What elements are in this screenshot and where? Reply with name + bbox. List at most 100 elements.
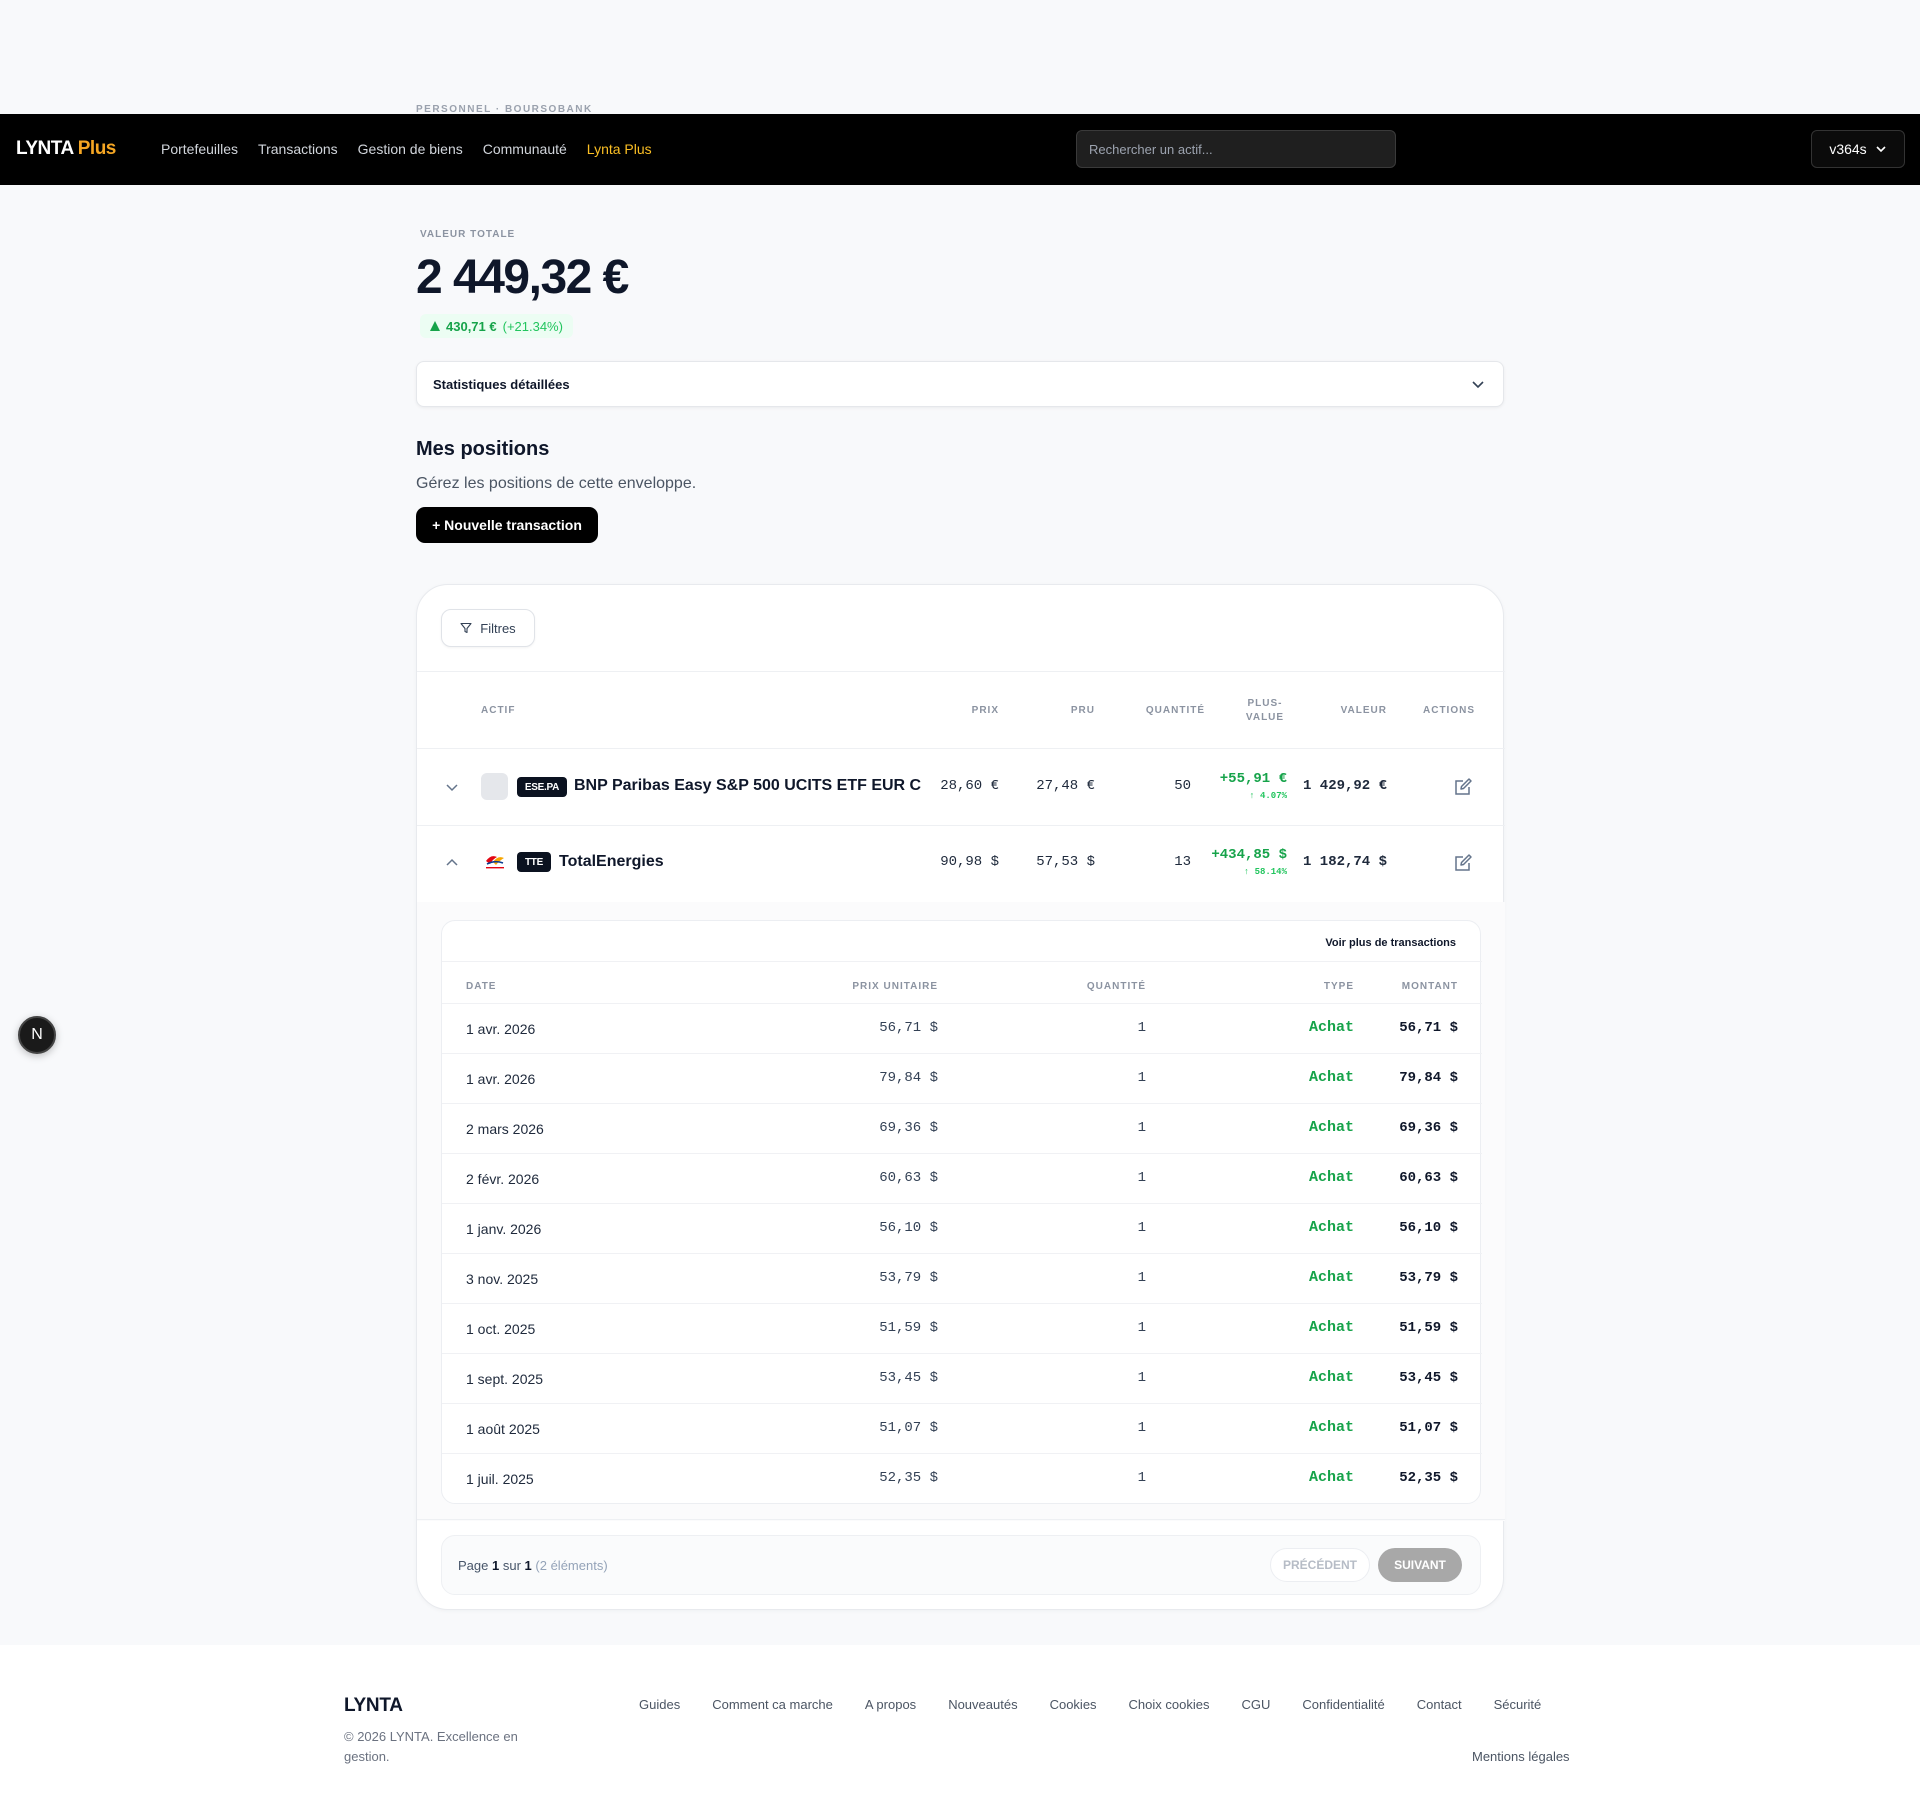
- tx-amount: 53,79 $: [1399, 1270, 1458, 1286]
- transaction-row: 1 août 2025 51,07 $1 Achat 51,07 $: [442, 1403, 1482, 1453]
- tx-date: 1 oct. 2025: [466, 1321, 536, 1337]
- cell-valeur: 1 182,74 $: [1302, 854, 1387, 870]
- position-row[interactable]: ESE.PA BNP Paribas Easy S&P 500 UCITS ET…: [417, 749, 1505, 825]
- nav-portefeuilles[interactable]: Portefeuilles: [161, 141, 238, 157]
- asset-name[interactable]: BNP Paribas Easy S&P 500 UCITS ETF EUR C: [574, 777, 921, 795]
- position-row[interactable]: TTE TotalEnergies 90,98 $ 57,53 $ 13 +43…: [417, 826, 1505, 902]
- footer-link-a-propos[interactable]: A propos: [865, 1697, 916, 1712]
- cell-quantite: 13: [1174, 854, 1191, 870]
- of-word: sur: [502, 1558, 521, 1573]
- totalenergies-logo-icon: [486, 856, 504, 869]
- footer-link-contact[interactable]: Contact: [1417, 1697, 1462, 1712]
- footer-link-choix-cookies[interactable]: Choix cookies: [1129, 1697, 1210, 1712]
- col-plus-value-line2: VALUE: [1245, 712, 1285, 723]
- footer-link-confidentialite[interactable]: Confidentialité: [1302, 1697, 1384, 1712]
- asset-name[interactable]: TotalEnergies: [559, 853, 664, 871]
- tx-unit-price: 53,79 $: [879, 1270, 938, 1286]
- new-transaction-button[interactable]: + Nouvelle transaction: [416, 507, 598, 543]
- detailed-stats-toggle[interactable]: Statistiques détaillées: [416, 361, 1504, 407]
- divider: [442, 961, 1482, 962]
- divider: [417, 671, 1505, 672]
- positions-title: Mes positions: [416, 438, 550, 460]
- col-valeur: VALEUR: [1340, 705, 1387, 716]
- ticker-badge: TTE: [517, 852, 551, 872]
- col-quantity: QUANTITÉ: [1086, 981, 1146, 992]
- floating-dev-button[interactable]: N: [18, 1016, 56, 1054]
- tx-unit-price: 79,84 $: [879, 1070, 938, 1086]
- footer-link-cookies[interactable]: Cookies: [1050, 1697, 1097, 1712]
- nav-lynta-plus[interactable]: Lynta Plus: [587, 141, 652, 157]
- chevron-up-icon[interactable]: [443, 854, 461, 872]
- positions-subtitle: Gérez les positions de cette enveloppe.: [416, 475, 697, 492]
- brand-logo[interactable]: LYNTA Plus: [16, 138, 116, 160]
- footer-link-guides[interactable]: Guides: [639, 1697, 680, 1712]
- nav-communaute[interactable]: Communauté: [483, 141, 567, 157]
- footer-link-comment-ca-marche[interactable]: Comment ca marche: [712, 1697, 833, 1712]
- detailed-stats-label: Statistiques détaillées: [433, 376, 570, 392]
- cell-quantite: 50: [1174, 778, 1191, 794]
- cell-prix: 90,98 $: [940, 854, 999, 870]
- col-pru: PRU: [1070, 705, 1095, 716]
- tx-quantity: 1: [1137, 1320, 1146, 1336]
- chevron-down-icon[interactable]: [443, 778, 461, 796]
- footer-link-securite[interactable]: Sécurité: [1494, 1697, 1542, 1712]
- transactions-detail-panel: Voir plus de transactions DATE PRIX UNIT…: [441, 920, 1482, 1504]
- total-value: 2 449,32 €: [416, 251, 629, 304]
- user-name: v364s: [1829, 141, 1867, 157]
- transaction-row: 2 mars 2026 69,36 $1 Achat 69,36 $: [442, 1103, 1482, 1153]
- asset-logo-placeholder: [481, 773, 508, 800]
- next-page-button[interactable]: SUIVANT: [1378, 1548, 1462, 1582]
- edit-icon[interactable]: [1452, 852, 1474, 874]
- cell-pru: 27,48 €: [1036, 778, 1095, 794]
- edit-icon[interactable]: [1452, 776, 1474, 798]
- total-pages: 1: [524, 1558, 532, 1573]
- tx-amount: 51,07 $: [1399, 1420, 1458, 1436]
- items-count: (2 éléments): [535, 1558, 608, 1573]
- filters-label: Filtres: [480, 620, 516, 636]
- tx-unit-price: 56,10 $: [879, 1220, 938, 1236]
- change-percent: (+21.34%): [502, 318, 563, 334]
- footer-link-mentions-legales[interactable]: Mentions légales: [1472, 1749, 1570, 1764]
- col-actif: ACTIF: [481, 705, 516, 716]
- filters-button[interactable]: Filtres: [441, 609, 535, 647]
- col-date: DATE: [466, 981, 497, 992]
- tx-date: 1 janv. 2026: [466, 1221, 542, 1237]
- user-menu-button[interactable]: v364s: [1811, 130, 1905, 168]
- total-value-label: VALEUR TOTALE: [420, 229, 516, 240]
- col-type: TYPE: [1323, 981, 1354, 992]
- footer-link-cgu[interactable]: CGU: [1241, 1697, 1270, 1712]
- col-plus-value-line1: PLUS-: [1247, 698, 1283, 709]
- tx-unit-price: 53,45 $: [879, 1370, 938, 1386]
- tx-amount: 56,10 $: [1399, 1220, 1458, 1236]
- previous-page-button[interactable]: PRÉCÉDENT: [1270, 1548, 1370, 1582]
- transaction-row: 1 avr. 2026 56,71 $1 Achat 56,71 $: [442, 1003, 1482, 1053]
- tx-unit-price: 51,07 $: [879, 1420, 938, 1436]
- footer-brand[interactable]: LYNTA: [344, 1695, 403, 1717]
- nav-transactions[interactable]: Transactions: [258, 141, 338, 157]
- brand-main: LYNTA: [16, 138, 73, 159]
- footer-links: Guides Comment ca marche A propos Nouvea…: [639, 1697, 1541, 1712]
- fab-letter: N: [31, 1026, 43, 1043]
- tx-amount: 51,59 $: [1399, 1320, 1458, 1336]
- tx-amount: 79,84 $: [1399, 1070, 1458, 1086]
- tx-quantity: 1: [1137, 1170, 1146, 1186]
- performance-badge: 430,71 € (+21.34%): [420, 314, 573, 338]
- nav-gestion-de-biens[interactable]: Gestion de biens: [358, 141, 463, 157]
- tx-quantity: 1: [1137, 1070, 1146, 1086]
- search-input[interactable]: [1076, 130, 1396, 168]
- tx-quantity: 1: [1137, 1470, 1146, 1486]
- tx-quantity: 1: [1137, 1370, 1146, 1386]
- footer-link-nouveautes[interactable]: Nouveautés: [948, 1697, 1017, 1712]
- tx-date: 2 févr. 2026: [466, 1171, 540, 1187]
- transaction-row: 2 févr. 2026 60,63 $1 Achat 60,63 $: [442, 1153, 1482, 1203]
- tx-unit-price: 51,59 $: [879, 1320, 938, 1336]
- more-transactions-link[interactable]: Voir plus de transactions: [1325, 937, 1456, 949]
- col-plus-value: PLUS- VALUE: [1207, 697, 1287, 725]
- current-page: 1: [492, 1558, 500, 1573]
- page-word: Page: [458, 1558, 489, 1573]
- tx-amount: 52,35 $: [1399, 1470, 1458, 1486]
- tx-date: 1 août 2025: [466, 1421, 540, 1437]
- triangle-up-icon: [430, 321, 440, 331]
- positions-card: Filtres ACTIF PRIX PRU QUANTITÉ PLUS- VAL…: [416, 584, 1505, 1610]
- tx-date: 1 avr. 2026: [466, 1071, 536, 1087]
